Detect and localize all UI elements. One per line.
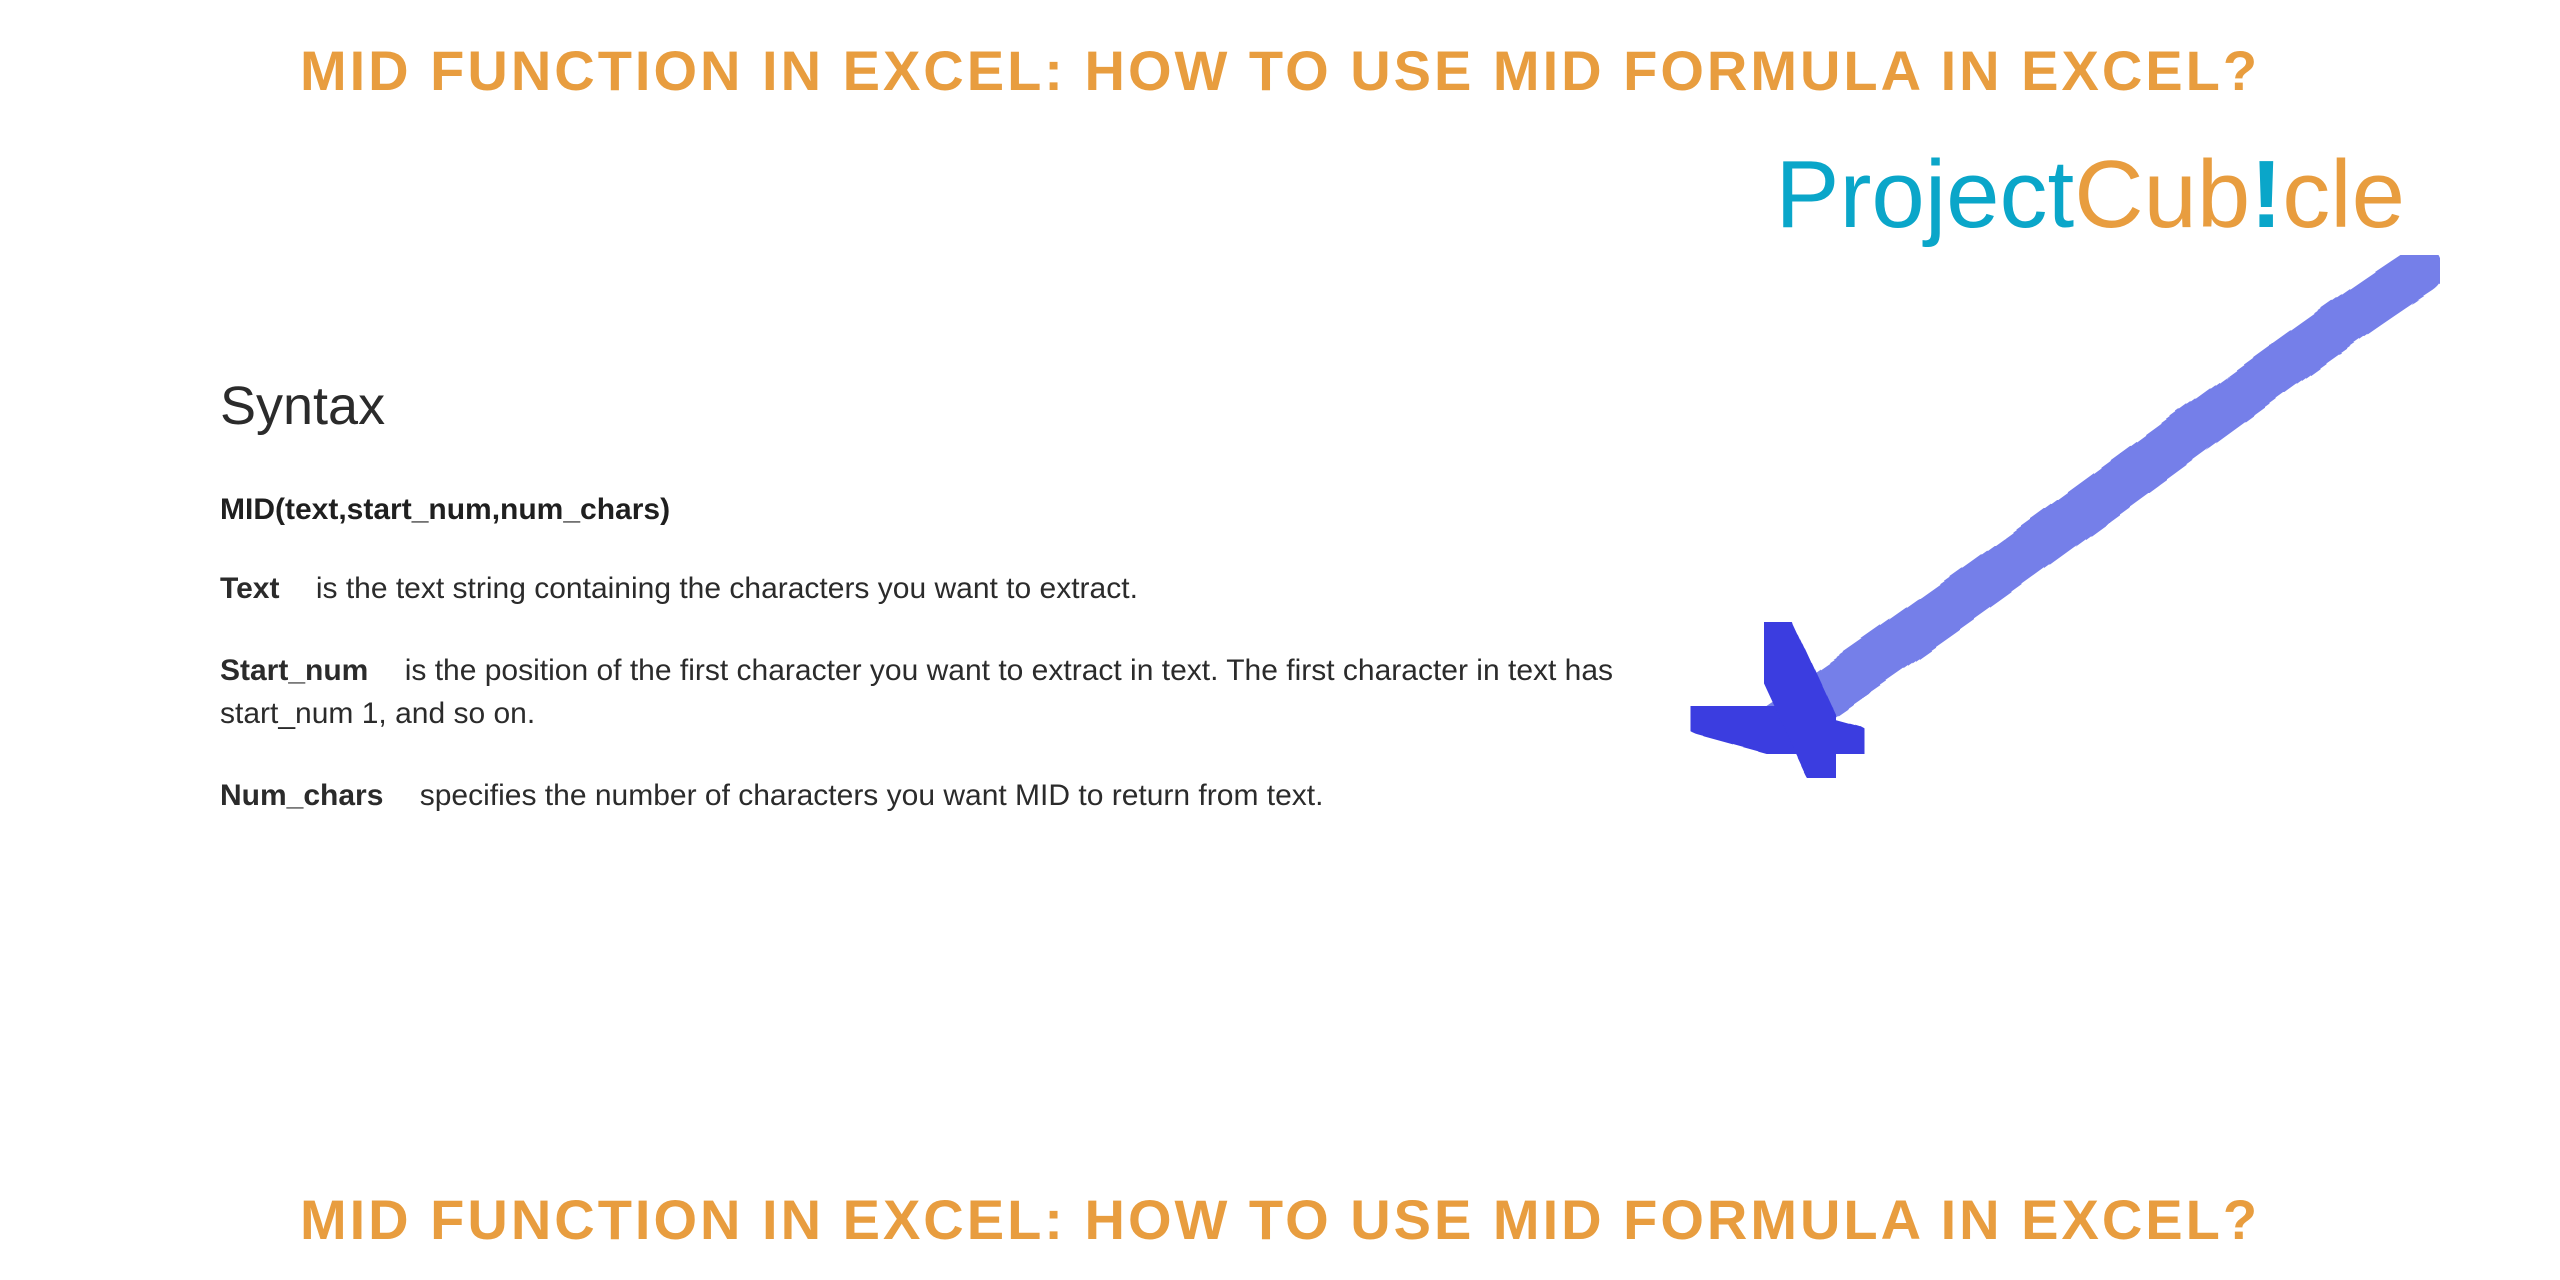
logo-part-project: Project — [1775, 141, 2074, 248]
param-text-name: Text — [220, 572, 279, 605]
param-num-chars-desc: specifies the number of characters you w… — [420, 779, 1324, 812]
syntax-heading: Syntax — [220, 375, 1720, 437]
param-start-num-name: Start_num — [220, 654, 368, 687]
brand-logo: ProjectCub!cle — [1775, 140, 2405, 250]
syntax-section: Syntax MID(text,start_num,num_chars) Tex… — [220, 375, 1720, 855]
logo-part-cub: Cub — [2074, 141, 2250, 248]
param-num-chars-name: Num_chars — [220, 779, 383, 812]
formula-signature: MID(text,start_num,num_chars) — [220, 493, 1720, 527]
param-text: Text is the text string containing the c… — [220, 567, 1640, 611]
logo-part-cle: cle — [2282, 141, 2405, 248]
param-text-desc: is the text string containing the charac… — [316, 572, 1138, 605]
page-title-top: MID FUNCTION IN EXCEL: HOW TO USE MID FO… — [0, 38, 2560, 103]
arrow-icon — [1660, 255, 2440, 815]
param-start-num: Start_num is the position of the first c… — [220, 649, 1640, 736]
logo-exclaim: ! — [2250, 141, 2282, 248]
page-title-bottom: MID FUNCTION IN EXCEL: HOW TO USE MID FO… — [0, 1187, 2560, 1252]
param-start-num-desc: is the position of the first character y… — [220, 654, 1613, 731]
param-num-chars: Num_chars specifies the number of charac… — [220, 774, 1640, 818]
